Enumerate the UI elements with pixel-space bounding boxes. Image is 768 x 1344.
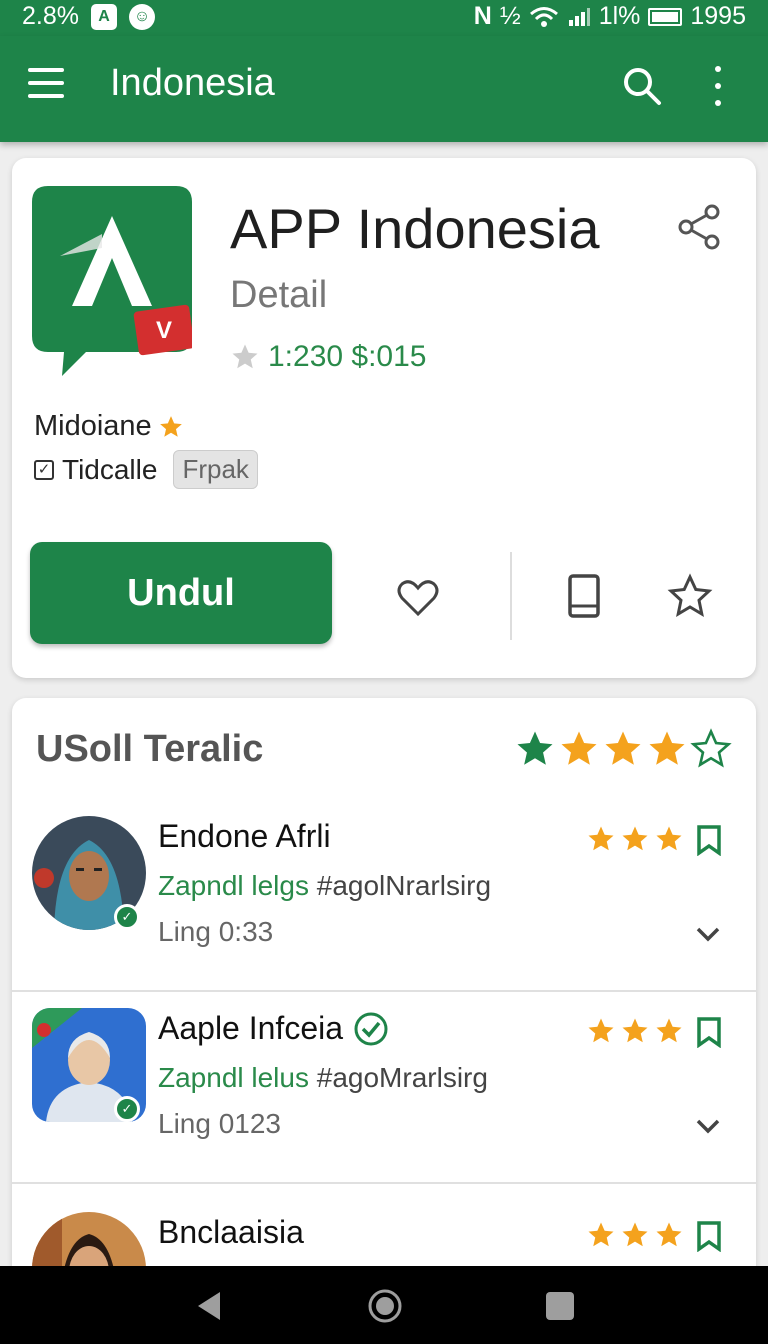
nfc-icon: N — [473, 2, 492, 30]
sparkle-star-icon — [159, 415, 182, 437]
review-tag: #agoMrarlsirg — [316, 1062, 488, 1093]
review-time: Ling 0:33 — [158, 916, 274, 947]
svg-text:V: V — [156, 317, 172, 344]
reviewer-name: Aaple Infceia — [158, 1010, 389, 1047]
review-subtitle: Zapndl lelus #agoMrarlsirg — [158, 1062, 488, 1094]
star-filled-icon — [622, 1018, 648, 1043]
system-nav-bar — [0, 1266, 768, 1344]
chevron-down-icon[interactable] — [692, 1110, 724, 1142]
star-filled-icon — [656, 1222, 682, 1247]
app-detail-card: V APP Indonesia Detail 1:230 $:015 Midoi… — [12, 158, 756, 678]
home-icon[interactable] — [365, 1286, 405, 1326]
recents-icon[interactable] — [540, 1286, 580, 1326]
cell-signal-icon — [568, 7, 590, 26]
review-subtitle-text: Zapndl lelgs — [158, 870, 309, 901]
download-label: Undul — [127, 571, 235, 614]
star-filled-icon — [622, 826, 648, 851]
star-filled-icon — [588, 826, 614, 851]
rating-row: 1:230 $:015 — [230, 340, 426, 374]
battery-icon — [648, 7, 683, 26]
star-filled-icon — [656, 826, 682, 851]
wifi-icon — [529, 6, 558, 27]
app-subtitle: Detail — [230, 274, 328, 316]
back-icon[interactable] — [190, 1286, 230, 1326]
download-button[interactable]: Undul — [30, 542, 332, 644]
share-icon[interactable] — [676, 204, 722, 250]
review-stars — [586, 1220, 684, 1250]
tag-label: Tidcalle — [62, 453, 158, 485]
action-divider — [510, 552, 512, 640]
review-stars — [586, 1016, 684, 1046]
reviewer-name: Bnclaaisia — [158, 1214, 304, 1251]
rating-text: 1:230 $:015 — [268, 340, 427, 373]
category-chip[interactable]: Frpak — [173, 450, 258, 489]
checkbox-icon[interactable]: ✓ — [34, 459, 54, 480]
tag-row: ✓ Tidcalle Frpak — [34, 450, 258, 489]
verified-badge-icon: ✓ — [114, 1096, 140, 1122]
bookmark-icon[interactable] — [694, 824, 724, 856]
star-filled-icon — [561, 731, 597, 765]
notification-a-icon: A — [90, 3, 117, 30]
bookmark-icon[interactable] — [694, 1220, 724, 1252]
star-filled-green-icon — [517, 731, 553, 765]
review-stars — [586, 824, 684, 854]
signal-text: ½ — [499, 2, 521, 30]
star-filled-icon — [588, 1018, 614, 1043]
star-filled-icon — [649, 731, 685, 765]
app-logo-icon: V — [32, 186, 192, 376]
reviewer-name: Endone Afrli — [158, 818, 331, 855]
status-bar: 2.8% A ☺ N ½ 1l% 1995 — [0, 0, 768, 36]
star-filled-icon — [622, 1222, 648, 1247]
overall-rating-stars — [514, 728, 732, 770]
reviewer-name-text: Bnclaaisia — [158, 1214, 304, 1250]
star-filled-icon — [605, 731, 641, 765]
review-subtitle: Zapndl lelgs #agolNrarlsirg — [158, 870, 491, 902]
review-subtitle-text: Zapndl lelus — [158, 1062, 309, 1093]
star-outline-icon — [690, 728, 732, 768]
review-item[interactable]: ✓ Aaple Infceia Zapndl lelus #agoMrarlsi… — [12, 980, 756, 1184]
developer-name[interactable]: Midoiane — [34, 410, 184, 443]
verified-badge-icon: ✓ — [114, 904, 140, 930]
star-icon[interactable] — [666, 572, 714, 620]
reviews-title: USoll Teralic — [36, 728, 264, 770]
clock: 1995 — [690, 2, 746, 30]
battery-percent-text: 2.8% — [22, 2, 79, 30]
reviews-card: USoll Teralic ✓ Endone Afrli Zapndl lelg… — [12, 698, 756, 1298]
app-name: APP Indonesia — [230, 197, 600, 260]
review-time: Ling 0123 — [158, 1108, 282, 1139]
reviewer-name-text: Endone Afrli — [158, 818, 331, 854]
star-filled-icon — [588, 1222, 614, 1247]
chevron-down-icon[interactable] — [692, 918, 724, 950]
app-bar: Indonesia — [0, 36, 768, 142]
review-item[interactable]: ✓ Endone Afrli Zapndl lelgs #agolNrarlsi… — [12, 788, 756, 992]
verified-check-icon — [354, 1012, 388, 1045]
device-icon[interactable] — [560, 572, 608, 620]
search-icon[interactable] — [620, 64, 664, 108]
hamburger-icon[interactable] — [28, 68, 64, 98]
heart-icon[interactable] — [394, 574, 442, 622]
star-outline-icon — [232, 344, 258, 369]
star-filled-icon — [656, 1018, 682, 1043]
developer-label: Midoiane — [34, 410, 152, 442]
app-bar-title: Indonesia — [110, 62, 275, 104]
reviewer-name-text: Aaple Infceia — [158, 1010, 344, 1046]
bookmark-icon[interactable] — [694, 1016, 724, 1048]
review-tag: #agolNrarlsirg — [316, 870, 492, 901]
battery-text: 1l% — [598, 2, 641, 30]
more-vert-icon[interactable] — [708, 66, 728, 106]
notification-face-icon: ☺ — [128, 3, 155, 30]
